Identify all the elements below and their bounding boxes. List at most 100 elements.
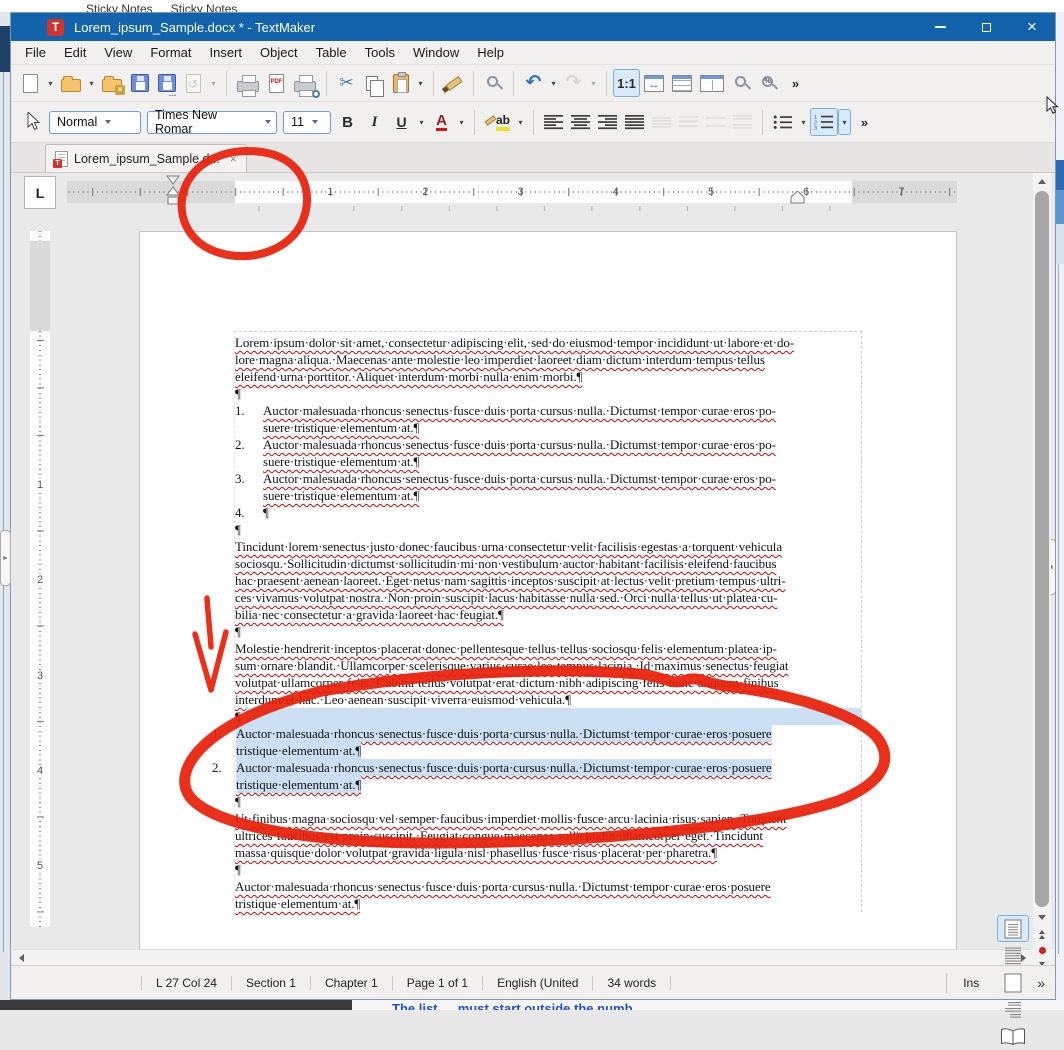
save-all-button[interactable]: … [153,69,180,97]
view-page-layout-button[interactable] [997,915,1029,942]
undo-dropdown[interactable]: ▾ [547,70,560,96]
browse-object-button[interactable] [1034,943,1050,958]
text-line[interactable]: 1.Auctor·malesuada·rhoncus·senectus·fusc… [235,402,861,419]
align-center-button[interactable] [567,108,594,136]
text-line[interactable]: 3.Auctor·malesuada·rhoncus·senectus·fusc… [235,470,861,487]
statusbar-overflow[interactable]: » [1037,975,1045,991]
tab-type-selector[interactable]: L [24,176,56,209]
text-line[interactable]: ces·vivamus·volutpat·nostra.·Non·proin·s… [235,589,861,606]
view-continuous-button[interactable] [997,942,1029,969]
horizontal-ruler[interactable]: 1234567 [67,181,957,203]
right-indent-marker[interactable] [790,191,805,209]
text-line[interactable]: 1.Auctor·malesuada·rhoncus·senectus·fusc… [235,725,861,742]
text-line[interactable]: tristique·elementum·at.¶ [235,895,861,912]
text-line[interactable]: interdum·et·hac.·Leo·aenean·suscipit·viv… [235,691,861,708]
menu-object[interactable]: Object [251,42,307,63]
text-line[interactable]: tristique·elementum·at.¶ [235,776,861,793]
bold-button[interactable]: B [334,108,361,136]
close-button[interactable]: × [1009,13,1055,41]
maximize-button[interactable] [963,13,1009,41]
bullet-list-dropdown[interactable]: ▾ [797,109,810,135]
text-line[interactable]: Molestie·hendrerit·inceptos·placerat·don… [235,640,861,657]
underline-dropdown[interactable]: ▾ [415,109,428,135]
multiple-pages-button[interactable] [696,69,728,97]
highlight-button[interactable]: ab [481,108,514,136]
export-pdf-button[interactable]: PDF [263,69,290,97]
text-line[interactable]: ultrices·faucibus·est·proin·suscipit.·Fe… [235,827,861,844]
text-line[interactable]: ¶ [235,623,861,640]
text-line[interactable]: 4.¶ [235,504,861,521]
text-line[interactable]: Ut·finibus·magna·sociosqu·vel·semper·fau… [235,810,861,827]
paste-button[interactable] [387,69,414,97]
scroll-down-button[interactable] [1033,909,1051,925]
text-line[interactable]: Tincidunt·lorem·senectus·justo·donec·fau… [235,538,861,555]
indent-marker[interactable] [166,175,180,214]
numbered-list-button[interactable]: 123 [810,108,838,136]
zoom-level-button[interactable]: % [755,69,782,97]
open-document-dropdown[interactable]: ▾ [85,70,98,96]
insert-mode-indicator[interactable]: Ins [946,973,995,993]
vertical-ruler[interactable]: 123456 [30,231,50,927]
menu-insert[interactable]: Insert [200,42,251,63]
align-justify-button[interactable] [621,108,648,136]
text-line[interactable]: ¶ [235,385,861,402]
fit-to-width-button[interactable]: ↔ [640,69,668,97]
status-field[interactable]: Chapter 1 [310,976,392,990]
font-color-button[interactable]: A [428,108,455,136]
text-line[interactable]: suere·tristique·elementum·at.¶ [235,487,861,504]
paragraph-style-select[interactable]: Normal [49,111,141,134]
status-field[interactable]: Section 1 [231,976,310,990]
sidebar-grabber-left[interactable]: ► [0,530,11,586]
menu-file[interactable]: File [16,42,55,63]
scroll-up-button[interactable] [1033,173,1051,189]
close-document-button[interactable]: × [98,69,126,97]
italic-button[interactable]: I [361,108,388,136]
selected-blank-line[interactable]: ¶ [235,708,861,725]
text-line[interactable]: sum·ornare·blandit.·Ullamcorper·sceleris… [235,657,861,674]
save-button[interactable] [126,69,153,97]
text-line[interactable]: lore·magna·aliqua.·Maecenas·ante·molesti… [235,351,861,368]
menu-tools[interactable]: Tools [356,42,404,63]
text-line[interactable]: Auctor·malesuada·rhoncus·senectus·fusce·… [235,878,861,895]
view-book-button[interactable] [997,1023,1029,1050]
new-document-button[interactable] [17,69,44,97]
text-line[interactable]: suere·tristique·elementum·at.¶ [235,453,861,470]
new-document-dropdown[interactable]: ▾ [44,70,57,96]
align-right-button[interactable] [594,108,621,136]
print-preview-button[interactable] [290,69,320,97]
text-line[interactable]: hac·praesent·aenean·laoreet.·Eget·netus·… [235,572,861,589]
text-line[interactable]: ¶ [235,793,861,810]
menu-view[interactable]: View [95,42,141,63]
page-view-button[interactable] [668,69,696,97]
minimize-button[interactable] [917,13,963,41]
open-document-button[interactable] [57,69,85,97]
text-line[interactable]: ¶ [235,521,861,538]
font-size-select[interactable]: 11 [283,111,331,134]
zoom-100-button[interactable]: 1:1 [613,69,640,97]
status-field[interactable]: Page 1 of 1 [392,976,482,990]
status-field[interactable]: 34 words [592,976,671,990]
text-line[interactable]: eleifend·urna·porttitor.·Aliquet·interdu… [235,368,861,385]
search-button[interactable] [480,69,507,97]
copy-button[interactable] [360,69,387,97]
text-line[interactable]: Lorem·ipsum·dolor·sit·amet,·consectetur·… [235,334,861,351]
text-line[interactable]: bilia·nec·consectetur·a·gravida·laoreet·… [235,606,861,623]
text-line[interactable]: volutpat·ullamcorper·felis.·Cubilia·tell… [235,674,861,691]
font-name-select[interactable]: Times New Romar [147,111,277,134]
highlight-dropdown[interactable]: ▾ [514,109,527,135]
text-line[interactable]: 2.Auctor·malesuada·rhoncus·senectus·fusc… [235,436,861,453]
font-color-dropdown[interactable]: ▾ [455,109,468,135]
document-tab[interactable]: T Lorem_ipsum_Sample.d... × [45,144,247,172]
object-mode-button[interactable] [19,108,46,136]
horizontal-scrollbar[interactable] [13,949,1031,965]
toolbar-more-button[interactable]: » [782,69,809,97]
align-left-button[interactable] [540,108,567,136]
menu-help[interactable]: Help [468,42,513,63]
text-line[interactable]: massa·quisque·dolor·volutpat·gravida·lig… [235,844,861,861]
document-page[interactable]: Lorem·ipsum·dolor·sit·amet,·consectetur·… [139,231,957,949]
underline-button[interactable]: U [388,108,415,136]
view-normal-button[interactable] [997,969,1029,996]
text-line[interactable]: 2.Auctor·malesuada·rhoncus·senectus·fusc… [235,759,861,776]
zoom-button[interactable] [728,69,755,97]
bullet-list-button[interactable] [769,108,797,136]
